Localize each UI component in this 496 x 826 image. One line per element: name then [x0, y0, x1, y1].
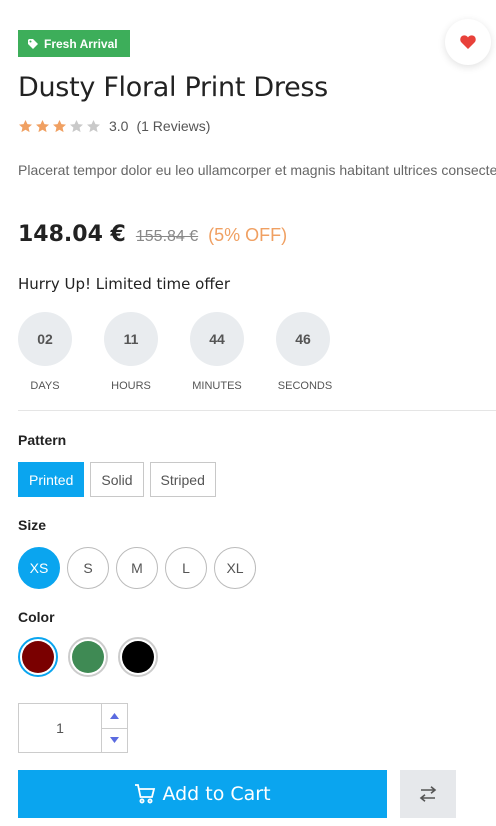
swatch-fill — [22, 641, 54, 673]
section-divider — [18, 410, 496, 411]
quantity-stepper — [18, 703, 128, 753]
pattern-label: Pattern — [18, 432, 67, 448]
tag-icon — [28, 38, 38, 49]
quantity-decrease-button[interactable] — [102, 727, 127, 753]
cart-icon — [135, 784, 156, 804]
quantity-arrows — [101, 704, 127, 752]
countdown-value: 46 — [276, 312, 330, 366]
star-filled-icon — [36, 119, 49, 132]
heart-icon — [460, 35, 476, 49]
swatch-fill — [72, 641, 104, 673]
countdown-label: DAYS — [30, 380, 60, 392]
size-option-xl[interactable]: XL — [214, 547, 256, 589]
color-selector — [18, 637, 158, 677]
compare-button[interactable] — [400, 770, 456, 818]
product-price: 148.04 € 155.84 € (5% OFF) — [18, 222, 287, 247]
discount-label: (5% OFF) — [208, 225, 288, 245]
countdown-value: 11 — [104, 312, 158, 366]
product-description: Placerat tempor dolor eu leo ullamcorper… — [18, 162, 496, 178]
wishlist-button[interactable] — [445, 19, 491, 65]
countdown-label: MINUTES — [192, 380, 242, 392]
size-selector: XS S M L XL — [18, 547, 256, 589]
caret-down-icon — [110, 737, 119, 744]
caret-up-icon — [110, 712, 119, 719]
countdown-label: HOURS — [111, 380, 151, 392]
countdown-seconds: 46 SECONDS — [276, 312, 333, 392]
star-empty-icon — [70, 119, 83, 132]
color-label: Color — [18, 609, 55, 625]
review-count[interactable]: (1 Reviews) — [136, 118, 210, 134]
product-rating: 3.0 (1 Reviews) — [18, 118, 210, 134]
color-swatch-black[interactable] — [118, 637, 158, 677]
size-option-m[interactable]: M — [116, 547, 158, 589]
countdown-value: 02 — [18, 312, 72, 366]
color-swatch-red[interactable] — [18, 637, 58, 677]
countdown-days: 02 DAYS — [18, 312, 72, 392]
badge-label: Fresh Arrival — [44, 36, 118, 51]
rating-value: 3.0 — [109, 118, 129, 134]
compare-arrows-icon — [419, 786, 437, 802]
size-option-s[interactable]: S — [67, 547, 109, 589]
old-price: 155.84 € — [135, 228, 199, 245]
pattern-option-printed[interactable]: Printed — [18, 462, 85, 497]
rating-stars — [18, 119, 101, 134]
color-swatch-green[interactable] — [68, 637, 108, 677]
star-filled-icon — [53, 119, 66, 132]
quantity-increase-button[interactable] — [102, 704, 127, 728]
current-price: 148.04 € — [18, 222, 126, 247]
offer-heading: Hurry Up! Limited time offer — [18, 275, 231, 293]
countdown-hours: 11 HOURS — [104, 312, 158, 392]
star-empty-icon — [87, 119, 100, 132]
quantity-input[interactable] — [19, 704, 101, 752]
countdown-value: 44 — [190, 312, 244, 366]
pattern-option-solid[interactable]: Solid — [90, 462, 144, 497]
star-filled-icon — [19, 119, 32, 132]
pattern-selector: Printed Solid Striped — [18, 462, 216, 497]
size-label: Size — [18, 517, 47, 533]
swatch-fill — [122, 641, 154, 673]
add-to-cart-button[interactable]: Add to Cart — [18, 770, 387, 818]
size-option-l[interactable]: L — [165, 547, 207, 589]
product-title: Dusty Floral Print Dress — [18, 72, 328, 103]
countdown-timer: 02 DAYS 11 HOURS 44 MINUTES 46 SECONDS — [18, 312, 333, 392]
pattern-option-striped[interactable]: Striped — [149, 462, 216, 497]
size-option-xs[interactable]: XS — [18, 547, 60, 589]
countdown-label: SECONDS — [277, 380, 333, 392]
add-to-cart-label: Add to Cart — [162, 783, 271, 805]
fresh-arrival-badge: Fresh Arrival — [18, 30, 130, 57]
countdown-minutes: 44 MINUTES — [190, 312, 244, 392]
